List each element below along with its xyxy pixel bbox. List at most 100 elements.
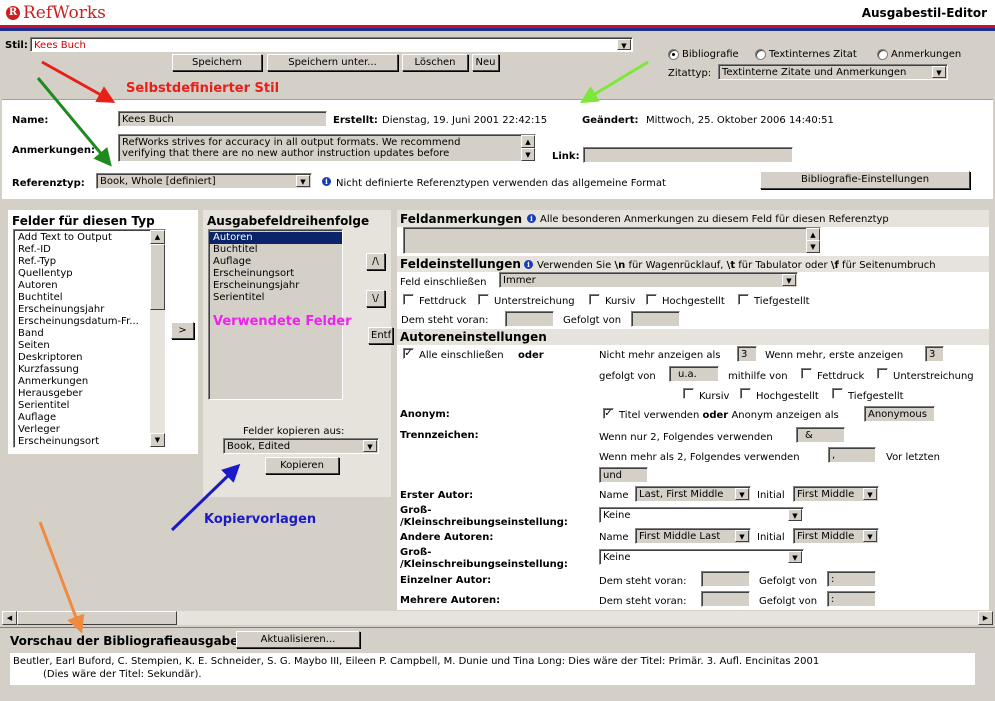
- list-item[interactable]: Erscheinungsjahr: [14, 304, 150, 316]
- list-item[interactable]: Seiten: [14, 340, 150, 352]
- bold-checkbox[interactable]: [403, 294, 414, 305]
- style-select[interactable]: Kees Buch ▼: [30, 37, 633, 52]
- followed-input[interactable]: [631, 311, 680, 327]
- list-item[interactable]: Verleger: [14, 424, 150, 436]
- save-button[interactable]: Speichern: [172, 54, 262, 71]
- move-up-button[interactable]: /\: [366, 253, 385, 270]
- bibliography-settings-button[interactable]: Bibliografie-Einstellungen: [760, 171, 970, 189]
- include-all-checkbox[interactable]: ✓: [403, 348, 414, 359]
- use-title-checkbox[interactable]: ✓: [603, 408, 614, 419]
- info-text-3: für Tabulator oder: [735, 260, 831, 271]
- followed-label: Gefolgt von: [563, 315, 622, 326]
- other-authors-name-select[interactable]: First Middle Last ▼: [635, 528, 751, 544]
- remove-field-button[interactable]: Entf: [368, 327, 393, 344]
- fields-scrollbar[interactable]: ▲ ▼: [150, 230, 165, 447]
- scroll-down-icon[interactable]: ▼: [521, 148, 535, 161]
- radio-intext[interactable]: [755, 49, 766, 60]
- list-item[interactable]: Erscheinungsdatum-Fr...: [14, 316, 150, 328]
- field-notes-textarea[interactable]: ▲ ▼: [403, 227, 821, 254]
- list-item[interactable]: Auflage: [14, 412, 150, 424]
- list-item[interactable]: Herausgeber: [14, 388, 150, 400]
- notes-scrollbar[interactable]: ▲ ▼: [521, 135, 535, 161]
- scroll-right-icon[interactable]: ▶: [978, 611, 993, 625]
- sep-more-input[interactable]: ,: [828, 447, 876, 463]
- chevron-down-icon: ▼: [735, 488, 749, 500]
- scroll-up-icon[interactable]: ▲: [521, 135, 535, 148]
- show-max-label: Nicht mehr anzeigen als: [599, 350, 721, 361]
- list-item[interactable]: Auflage: [209, 256, 342, 268]
- first-author-case-select[interactable]: Keine ▼: [599, 507, 804, 523]
- other-authors-initial-select[interactable]: First Middle ▼: [793, 528, 879, 544]
- first-author-initial-select[interactable]: First Middle ▼: [793, 486, 879, 502]
- notes-textarea[interactable]: RefWorks strives for accuracy in all out…: [118, 134, 536, 162]
- name-input[interactable]: Kees Buch: [118, 111, 327, 127]
- show-max-input[interactable]: 3: [737, 346, 757, 362]
- list-item[interactable]: Kurzfassung: [14, 364, 150, 376]
- before-last-input[interactable]: und: [599, 467, 648, 483]
- field-settings-info: Verwenden Sie \n für Wagenrücklauf, \t f…: [537, 260, 936, 271]
- list-item[interactable]: Autoren: [209, 232, 342, 244]
- list-item[interactable]: Autoren: [14, 280, 150, 292]
- anonymous-input[interactable]: Anonymous: [864, 406, 935, 422]
- include-field-select[interactable]: Immer ▼: [499, 272, 798, 288]
- zitattyp-select[interactable]: Textinterne Zitate und Anmerkungen ▼: [718, 64, 948, 80]
- reftype-select[interactable]: Book, Whole [definiert] ▼: [96, 173, 312, 189]
- add-field-button[interactable]: >: [171, 322, 194, 339]
- list-item[interactable]: Add Text to Output: [14, 232, 150, 244]
- multi-preceded-input[interactable]: [701, 591, 750, 607]
- field-notes-scrollbar[interactable]: ▲ ▼: [806, 228, 820, 253]
- horizontal-scrollbar[interactable]: ◀ ▶: [2, 611, 993, 625]
- list-item[interactable]: Anmerkungen: [14, 376, 150, 388]
- list-item[interactable]: Band: [14, 328, 150, 340]
- author-italic-label: Kursiv: [699, 391, 730, 402]
- scroll-down-icon[interactable]: ▼: [806, 240, 820, 253]
- list-item[interactable]: Serientitel: [14, 400, 150, 412]
- preceded-input[interactable]: [505, 311, 554, 327]
- horizontal-scrollbar-thumb[interactable]: [17, 611, 177, 625]
- copy-button[interactable]: Kopieren: [265, 457, 339, 474]
- delete-button[interactable]: Löschen: [402, 54, 468, 71]
- italic-checkbox[interactable]: [589, 294, 600, 305]
- list-item[interactable]: Serientitel: [209, 292, 342, 304]
- list-item[interactable]: Ref.-ID: [14, 244, 150, 256]
- list-item[interactable]: Erscheinungsort: [14, 436, 150, 447]
- list-item[interactable]: Erscheinungsort: [209, 268, 342, 280]
- fields-listbox[interactable]: Add Text to Output Ref.-ID Ref.-Typ Quellen…: [13, 229, 166, 448]
- scrollbar-thumb[interactable]: [150, 244, 165, 310]
- scroll-up-icon[interactable]: ▲: [150, 230, 165, 244]
- superscript-checkbox[interactable]: [646, 294, 657, 305]
- underline-checkbox[interactable]: [478, 294, 489, 305]
- radio-notes[interactable]: [877, 49, 888, 60]
- scroll-left-icon[interactable]: ◀: [2, 611, 17, 625]
- if-more-input[interactable]: 3: [925, 346, 944, 362]
- author-italic-checkbox[interactable]: [683, 388, 694, 399]
- author-superscript-checkbox[interactable]: [740, 388, 751, 399]
- list-item[interactable]: Ref.-Typ: [14, 256, 150, 268]
- save-as-button[interactable]: Speichern unter...: [267, 54, 398, 71]
- list-item[interactable]: Quellentyp: [14, 268, 150, 280]
- other-authors-name-value: First Middle Last: [639, 531, 721, 542]
- list-item[interactable]: Erscheinungsjahr: [209, 280, 342, 292]
- single-preceded-input[interactable]: [701, 571, 750, 587]
- scroll-down-icon[interactable]: ▼: [150, 433, 165, 447]
- list-item[interactable]: Buchtitel: [209, 244, 342, 256]
- list-item[interactable]: Deskriptoren: [14, 352, 150, 364]
- list-item[interactable]: Buchtitel: [14, 292, 150, 304]
- author-bold-checkbox[interactable]: [801, 368, 812, 379]
- subscript-checkbox[interactable]: [738, 294, 749, 305]
- radio-bibliography[interactable]: [668, 49, 679, 60]
- multi-followed-input[interactable]: :: [827, 591, 876, 607]
- sep-two-input[interactable]: &: [796, 427, 845, 443]
- refresh-button[interactable]: Aktualisieren...: [236, 631, 360, 648]
- single-followed-input[interactable]: :: [827, 571, 876, 587]
- info-icon: i: [524, 260, 533, 269]
- followed-by-input[interactable]: u.a.: [669, 366, 719, 382]
- link-input[interactable]: [583, 147, 793, 163]
- other-authors-case-select[interactable]: Keine ▼: [599, 549, 804, 565]
- first-author-name-select[interactable]: Last, First Middle ▼: [635, 486, 751, 502]
- move-down-button[interactable]: \/: [366, 290, 385, 307]
- copy-from-select[interactable]: Book, Edited ▼: [223, 438, 379, 454]
- new-button[interactable]: Neu: [472, 54, 499, 71]
- author-subscript-checkbox[interactable]: [832, 388, 843, 399]
- author-underline-checkbox[interactable]: [877, 368, 888, 379]
